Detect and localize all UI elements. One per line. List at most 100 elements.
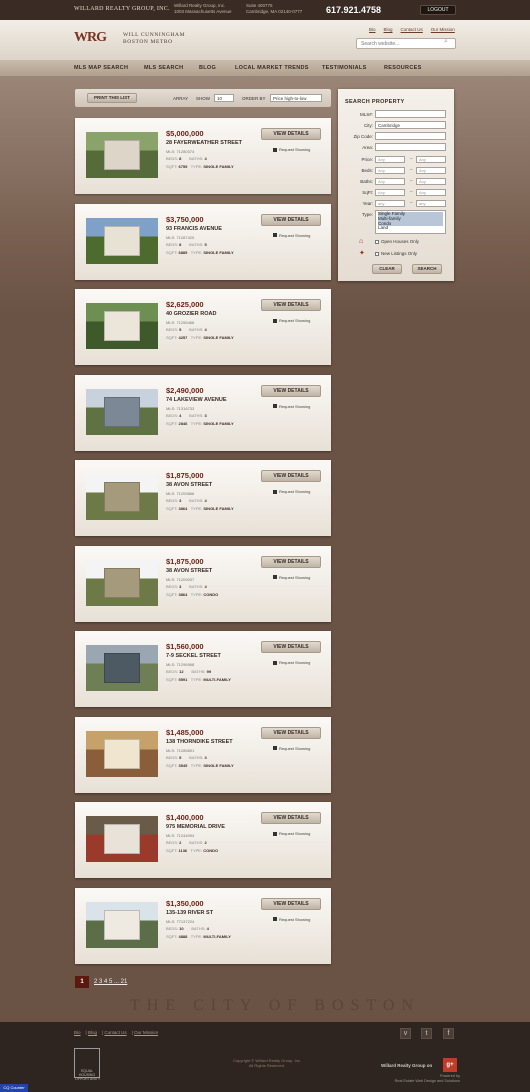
new-listings-checkbox[interactable]: New Listings Only xyxy=(375,251,417,256)
listing-street[interactable]: 38 AVON STREET xyxy=(166,568,212,574)
listing-card[interactable]: $5,000,000 28 FAYERWEATHER STREET MLS: 7… xyxy=(75,118,331,194)
price-min-select[interactable]: Any xyxy=(375,156,405,163)
listing-price[interactable]: $1,875,000 xyxy=(166,557,204,566)
nav-blog[interactable]: BLOG xyxy=(199,65,216,71)
view-details-button[interactable]: VIEW DETAILS xyxy=(261,299,321,311)
footer-link-blog[interactable]: Blog xyxy=(88,1030,97,1035)
listing-card[interactable]: $1,875,000 38 AVON STREET MLS: 71209037 … xyxy=(75,545,331,622)
listing-street[interactable]: 40 GROZIER ROAD xyxy=(166,311,216,317)
listing-photo[interactable] xyxy=(86,901,158,948)
request-showing-link[interactable]: Request Showing xyxy=(273,147,310,152)
area-input[interactable] xyxy=(375,143,446,151)
listing-price[interactable]: $1,560,000 xyxy=(166,642,204,651)
counter-badge[interactable]: CQ Counter xyxy=(0,1084,28,1092)
footer-link-contact[interactable]: Contact Us xyxy=(104,1030,126,1035)
city-input[interactable]: Cambridge xyxy=(375,121,446,129)
print-button[interactable]: PRINT THIS LIST xyxy=(87,93,137,103)
listing-street[interactable]: 38 AVON STREET xyxy=(166,482,212,488)
listing-street[interactable]: 135-139 RIVER ST xyxy=(166,910,213,916)
listing-photo[interactable] xyxy=(86,217,158,264)
request-showing-link[interactable]: Request Showing xyxy=(273,575,310,580)
search-button[interactable]: SEARCH xyxy=(412,264,442,274)
request-showing-link[interactable]: Request Showing xyxy=(273,404,310,409)
view-details-button[interactable]: VIEW DETAILS xyxy=(261,555,321,568)
view-details-button[interactable]: VIEW DETAILS xyxy=(261,384,321,397)
vimeo-icon[interactable]: v xyxy=(400,1028,411,1039)
open-houses-checkbox[interactable]: Open Houses Only xyxy=(375,239,419,244)
listing-card[interactable]: $1,560,000 7-9 SECKEL STREET MLS: 712969… xyxy=(75,631,331,707)
listing-photo[interactable] xyxy=(86,388,158,435)
search-icon[interactable]: ⌕ xyxy=(444,38,448,46)
request-showing-link[interactable]: Request Showing xyxy=(273,660,310,665)
powered-by[interactable]: Powered by Real Estate Web Design and So… xyxy=(380,1074,460,1084)
listing-photo[interactable] xyxy=(86,816,158,862)
listing-street[interactable]: 28 FAYERWEATHER STREET xyxy=(166,140,242,146)
footer-link-mission[interactable]: Our Mission xyxy=(134,1030,158,1035)
page-links[interactable]: 2 3 4 5 ... 21 xyxy=(94,979,127,985)
link-contact[interactable]: Contact Us xyxy=(401,27,423,32)
view-details-button[interactable]: VIEW DETAILS xyxy=(261,812,321,824)
year-min-select[interactable]: any xyxy=(375,200,405,207)
view-details-button[interactable]: VIEW DETAILS xyxy=(261,897,321,910)
link-bio[interactable]: Bio xyxy=(369,27,376,32)
listing-price[interactable]: $3,750,000 xyxy=(166,215,204,224)
footer-link-bio[interactable]: Bio xyxy=(74,1030,81,1035)
google-plus-icon[interactable]: g+ xyxy=(443,1058,457,1072)
listing-photo[interactable] xyxy=(86,132,158,178)
listing-street[interactable]: 93 FRANCIS AVENUE xyxy=(166,226,222,232)
listing-photo[interactable] xyxy=(86,645,158,691)
request-showing-link[interactable]: Request Showing xyxy=(273,917,310,922)
nav-market-trends[interactable]: LOCAL MARKET TRENDS xyxy=(235,65,309,71)
listing-card[interactable]: $1,485,000 138 THORNDIKE STREET MLS: 712… xyxy=(75,716,331,793)
listing-photo[interactable] xyxy=(86,730,158,777)
listing-card[interactable]: $1,400,000 975 MEMORIAL DRIVE MLS: 71244… xyxy=(75,802,331,878)
view-details-button[interactable]: VIEW DETAILS xyxy=(261,470,321,482)
logout-button[interactable]: LOGOUT xyxy=(420,5,456,15)
listing-card[interactable]: $1,350,000 135-139 RIVER ST MLS: 7713722… xyxy=(75,887,331,964)
request-showing-link[interactable]: Request Showing xyxy=(273,233,310,238)
nav-mls-search[interactable]: MLS SEARCH xyxy=(144,65,183,71)
request-showing-link[interactable]: Request Showing xyxy=(273,489,310,494)
nav-resources[interactable]: RESOURCES xyxy=(384,65,422,71)
listing-price[interactable]: $2,625,000 xyxy=(166,300,204,309)
facebook-icon[interactable]: f xyxy=(443,1028,454,1039)
order-select[interactable]: Price high-to-low xyxy=(270,94,322,102)
listing-price[interactable]: $1,350,000 xyxy=(166,899,204,908)
view-details-button[interactable]: VIEW DETAILS xyxy=(261,128,321,140)
twitter-icon[interactable]: t xyxy=(421,1028,432,1039)
clear-button[interactable]: CLEAR xyxy=(372,264,402,274)
sqft-max-select[interactable]: Any xyxy=(416,189,446,196)
logo[interactable]: WRG xyxy=(74,30,107,46)
request-showing-link[interactable]: Request Showing xyxy=(273,318,310,323)
listing-street[interactable]: 138 THORNDIKE STREET xyxy=(166,739,233,745)
listing-card[interactable]: $2,625,000 40 GROZIER ROAD MLS: 71255466… xyxy=(75,289,331,365)
listing-photo[interactable] xyxy=(86,303,158,349)
price-max-select[interactable]: Any xyxy=(416,156,446,163)
listing-price[interactable]: $5,000,000 xyxy=(166,129,204,138)
listing-street[interactable]: 7-9 SECKEL STREET xyxy=(166,653,221,659)
listing-price[interactable]: $2,490,000 xyxy=(166,386,204,395)
request-showing-link[interactable]: Request Showing xyxy=(273,831,310,836)
request-showing-link[interactable]: Request Showing xyxy=(273,746,310,751)
listing-price[interactable]: $1,485,000 xyxy=(166,728,204,737)
beds-min-select[interactable]: Any xyxy=(375,167,405,174)
listing-price[interactable]: $1,400,000 xyxy=(166,813,204,822)
listing-photo[interactable] xyxy=(86,559,158,606)
listing-street[interactable]: 74 LAKEVIEW AVENUE xyxy=(166,397,227,403)
view-details-button[interactable]: VIEW DETAILS xyxy=(261,641,321,653)
view-details-button[interactable]: VIEW DETAILS xyxy=(261,726,321,739)
view-details-button[interactable]: VIEW DETAILS xyxy=(261,213,321,226)
type-option[interactable]: Land xyxy=(378,226,443,231)
nav-testimonials[interactable]: TESTIMONIALS xyxy=(322,65,367,71)
mls-input[interactable] xyxy=(375,110,446,118)
baths-max-select[interactable]: Any xyxy=(416,178,446,185)
baths-min-select[interactable]: Any xyxy=(375,178,405,185)
beds-max-select[interactable]: Any xyxy=(416,167,446,174)
sqft-min-select[interactable]: Any xyxy=(375,189,405,196)
listing-card[interactable]: $2,490,000 74 LAKEVIEW AVENUE MLS: 71316… xyxy=(75,374,331,451)
listing-street[interactable]: 975 MEMORIAL DRIVE xyxy=(166,824,225,830)
year-max-select[interactable]: any xyxy=(416,200,446,207)
search-input[interactable]: Search website... xyxy=(356,38,456,49)
page-current[interactable]: 1 xyxy=(75,976,89,988)
listing-photo[interactable] xyxy=(86,474,158,520)
